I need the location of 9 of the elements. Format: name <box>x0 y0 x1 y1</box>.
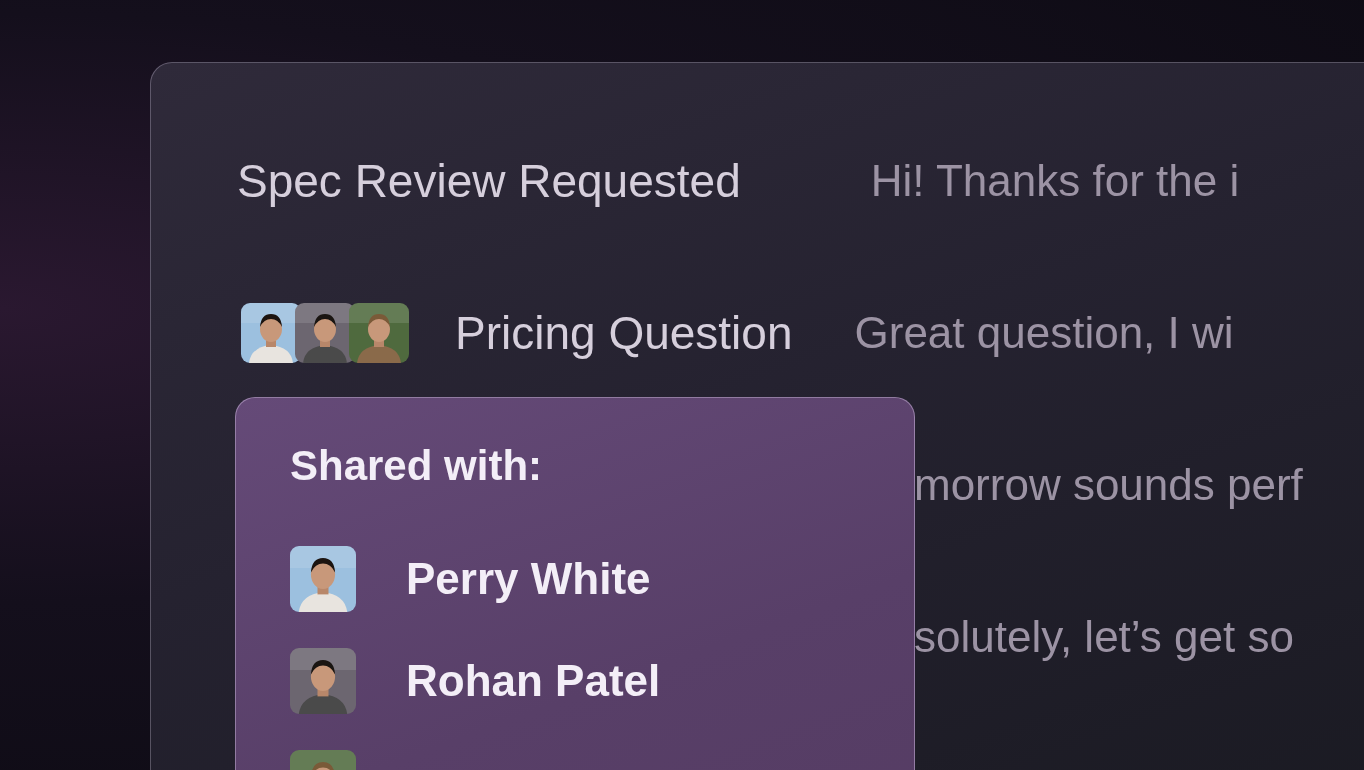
message-preview: Great question, I wi <box>854 308 1234 358</box>
popup-heading: Shared with: <box>290 442 544 490</box>
person-name: Rohan Patel <box>406 656 661 706</box>
message-preview: morrow sounds perf <box>914 460 1303 510</box>
thread-title[interactable]: Spec Review Requested <box>237 154 741 208</box>
message-preview: solutely, let’s get so <box>914 612 1294 662</box>
message-preview: Hi! Thanks for the i <box>870 156 1240 206</box>
thread-title[interactable]: Pricing Question <box>455 306 793 360</box>
person-name: Perry White <box>406 554 651 604</box>
